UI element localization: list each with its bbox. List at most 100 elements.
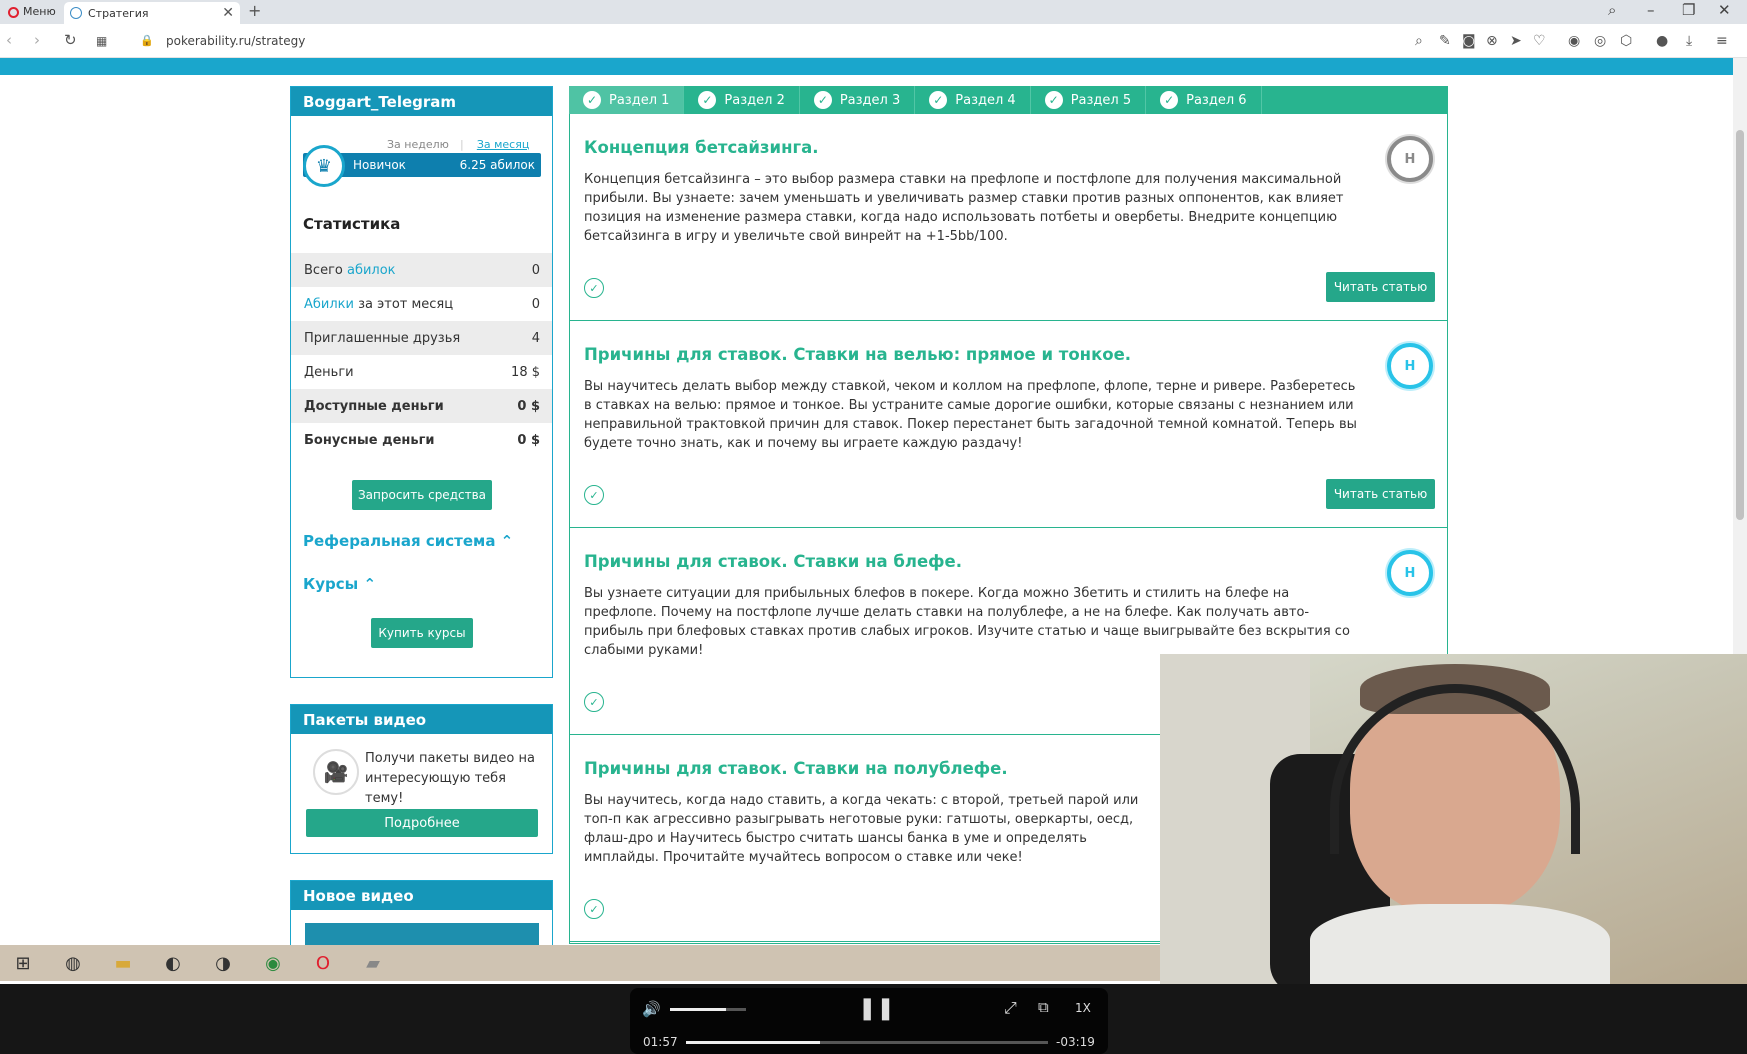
- tab-label: Раздел 6: [1186, 92, 1247, 108]
- request-funds-button[interactable]: Запросить средства: [352, 480, 492, 510]
- check-icon: ✓: [1044, 91, 1063, 109]
- new-tab-icon[interactable]: +: [248, 1, 261, 20]
- period-week-link[interactable]: За неделю: [387, 138, 449, 151]
- app-icon[interactable]: ◍: [58, 948, 88, 978]
- reload-icon[interactable]: ↻: [64, 31, 77, 49]
- folder-icon[interactable]: ▬: [108, 948, 138, 978]
- opera-icon[interactable]: O: [308, 948, 338, 978]
- video-camera-icon: 🎥: [313, 749, 359, 795]
- details-button[interactable]: Подробнее: [306, 809, 538, 837]
- courses-label: Курсы: [303, 575, 359, 593]
- easy-setup-icon[interactable]: ≡: [1716, 33, 1728, 49]
- pause-icon[interactable]: ❚❚: [858, 996, 895, 1021]
- stat-row: Абилки за этот месяц 0: [291, 287, 552, 321]
- remaining-time: -03:19: [1056, 1035, 1095, 1049]
- article-title[interactable]: Причины для ставок. Ставки на велью: пря…: [584, 345, 1131, 364]
- minimize-icon[interactable]: –: [1647, 1, 1655, 19]
- article-card: Причины для ставок. Ставки на велью: пря…: [570, 321, 1447, 528]
- obs-icon[interactable]: ◐: [158, 948, 188, 978]
- zoom-icon[interactable]: ⌕: [1415, 33, 1423, 49]
- tab-section-3[interactable]: ✓ Раздел 3: [800, 86, 916, 114]
- opera-menu-button[interactable]: Меню: [2, 2, 62, 22]
- read-article-button[interactable]: Читать статью: [1326, 479, 1435, 509]
- check-icon: ✓: [813, 91, 832, 109]
- stats-list: Всего абилок 0 Абилки за этот месяц 0 Пригла…: [291, 253, 552, 457]
- pip-icon[interactable]: ⧉: [1038, 998, 1049, 1016]
- edit-icon[interactable]: ✎: [1439, 33, 1451, 49]
- tab-section-4[interactable]: ✓ Раздел 4: [915, 86, 1031, 114]
- send-icon[interactable]: ➤: [1510, 33, 1522, 49]
- article-text: Концепция бетсайзинга – это выбор размер…: [584, 172, 1344, 244]
- video-packs-panel: Пакеты видео 🎥 Получи пакеты видео на ин…: [290, 704, 553, 854]
- check-icon: ✓: [698, 91, 717, 109]
- read-article-button[interactable]: Читать статью: [1326, 272, 1435, 302]
- volume-slider-fill: [670, 1008, 727, 1011]
- article-title[interactable]: Концепция бетсайзинга.: [584, 138, 819, 157]
- article-title[interactable]: Причины для ставок. Ставки на полублефе.: [584, 759, 1008, 778]
- volume-icon[interactable]: 🔊: [642, 1000, 661, 1018]
- search-tabs-icon[interactable]: ⌕: [1608, 1, 1616, 19]
- extension-icon[interactable]: ◉: [1568, 33, 1580, 49]
- stat-row: Доступные деньги 0 $: [291, 389, 552, 423]
- buy-courses-button[interactable]: Купить курсы: [371, 618, 473, 648]
- close-window-icon[interactable]: ✕: [1718, 1, 1731, 19]
- close-tab-icon[interactable]: ✕: [222, 5, 234, 21]
- article-title[interactable]: Причины для ставок. Ставки на блефе.: [584, 552, 962, 571]
- scrollbar-thumb[interactable]: [1736, 130, 1744, 520]
- restore-icon[interactable]: ❐: [1682, 1, 1695, 19]
- article-card: Концепция бетсайзинга. Концепция бетсайз…: [570, 114, 1447, 321]
- stat-value: 0: [531, 262, 540, 278]
- check-icon: ✓: [929, 91, 948, 109]
- whatsapp-icon[interactable]: ◎: [1594, 33, 1606, 49]
- playback-speed[interactable]: 1X: [1075, 1001, 1091, 1015]
- speed-dial-icon[interactable]: ▦: [96, 34, 107, 48]
- browser-tab[interactable]: Стратегия ✕: [64, 2, 240, 24]
- video-packs-title: Пакеты видео: [291, 705, 552, 734]
- profile-icon[interactable]: ●: [1656, 33, 1668, 49]
- stat-value: 0 $: [517, 432, 540, 448]
- cube-icon[interactable]: ⬡: [1620, 33, 1632, 49]
- check-circle-icon[interactable]: ✓: [584, 692, 604, 712]
- section-tabs: ✓ Раздел 1 ✓ Раздел 2 ✓ Раздел 3 ✓ Раздел 4 ✓ Раз…: [569, 86, 1448, 114]
- address-bar-row: ‹ › ↻ ▦ 🔒 pokerability.ru/strategy ⌕ ✎ ◙…: [0, 24, 1747, 58]
- chrome-icon[interactable]: ◉: [258, 948, 288, 978]
- camera-icon[interactable]: ◙: [1462, 33, 1476, 49]
- stat-value: 18 $: [511, 364, 540, 380]
- level-badge: Н: [1387, 343, 1433, 389]
- adblock-icon[interactable]: ⊗: [1486, 33, 1498, 49]
- app-icon[interactable]: ▰: [358, 948, 388, 978]
- download-icon[interactable]: ⤓: [1686, 33, 1692, 49]
- tab-label: Раздел 1: [609, 92, 670, 108]
- seek-bar-progress: [686, 1041, 820, 1044]
- level-badge: Н: [1387, 136, 1433, 182]
- rank-badge-icon: ♛: [303, 145, 345, 187]
- heart-icon[interactable]: ♡: [1533, 33, 1546, 49]
- courses-toggle[interactable]: Курсы ⌃: [303, 575, 376, 593]
- tab-label: Раздел 3: [839, 92, 901, 108]
- forward-icon[interactable]: ›: [34, 31, 40, 49]
- referral-toggle[interactable]: Реферальная система ⌃: [303, 532, 513, 550]
- fullscreen-icon[interactable]: ⤢: [1004, 998, 1017, 1018]
- check-circle-icon[interactable]: ✓: [584, 485, 604, 505]
- tab-section-6[interactable]: ✓ Раздел 6: [1146, 86, 1262, 114]
- rank-points: 6.25 абилок: [459, 158, 535, 172]
- back-icon[interactable]: ‹: [6, 31, 12, 49]
- chevron-up-icon: ⌃: [363, 575, 377, 593]
- stats-title: Статистика: [303, 215, 401, 233]
- tab-section-2[interactable]: ✓ Раздел 2: [684, 86, 800, 114]
- windows-taskbar: ⊞ ◍ ▬ ◐ ◑ ◉ O ▰: [0, 945, 1160, 981]
- period-month-link[interactable]: За месяц: [477, 138, 530, 151]
- referral-label: Реферальная система: [303, 532, 496, 550]
- webcam-shirt: [1310, 904, 1610, 984]
- url-field[interactable]: pokerability.ru/strategy: [166, 34, 305, 48]
- check-circle-icon[interactable]: ✓: [584, 899, 604, 919]
- stat-row: Деньги 18 $: [291, 355, 552, 389]
- obs-icon[interactable]: ◑: [208, 948, 238, 978]
- check-circle-icon[interactable]: ✓: [584, 278, 604, 298]
- browser-tab-bar: Меню Стратегия ✕ + ⌕ – ❐ ✕: [0, 0, 1747, 24]
- stat-row: Всего абилок 0: [291, 253, 552, 287]
- tab-section-5[interactable]: ✓ Раздел 5: [1031, 86, 1147, 114]
- elapsed-time: 01:57: [643, 1035, 678, 1049]
- windows-start-icon[interactable]: ⊞: [8, 948, 38, 978]
- tab-section-1[interactable]: ✓ Раздел 1: [569, 86, 685, 114]
